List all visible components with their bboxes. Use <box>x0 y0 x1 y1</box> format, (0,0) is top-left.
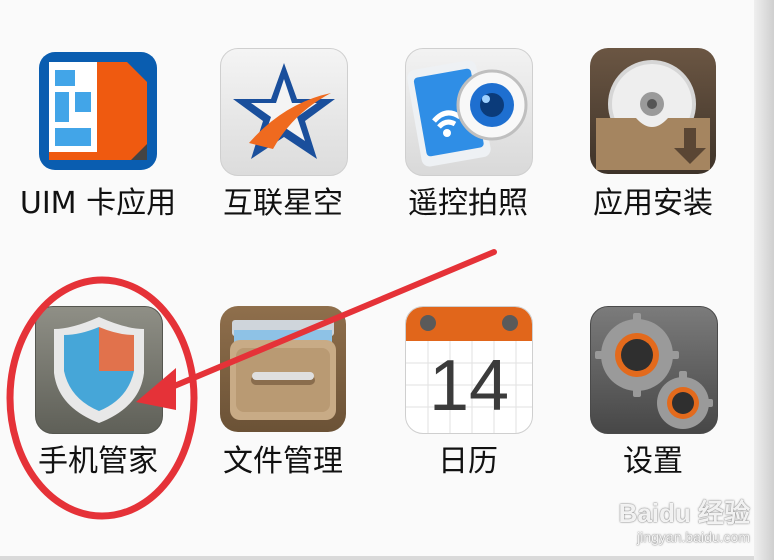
shield-icon <box>35 306 163 434</box>
app-label: 手机管家 <box>38 444 158 479</box>
app-label: 互联星空 <box>223 186 343 221</box>
app-label: UIM 卡应用 <box>19 186 177 221</box>
app-label: 遥控拍照 <box>408 186 528 221</box>
star-icon <box>220 48 348 176</box>
watermark: Baidu 经验 jingyan.baidu.com <box>580 498 750 550</box>
app-label: 文件管理 <box>223 444 343 479</box>
calendar-date: 14 <box>428 346 510 426</box>
file-drawer-icon <box>220 306 346 432</box>
app-label: 应用安装 <box>593 186 713 221</box>
watermark-brand: Baidu 经验 <box>618 498 750 528</box>
disc-box-icon <box>590 48 716 174</box>
gears-icon <box>590 306 718 434</box>
app-label: 日历 <box>438 444 498 479</box>
calendar-icon: 14 <box>405 306 533 434</box>
app-label: 设置 <box>623 444 683 479</box>
sim-card-icon <box>35 48 161 174</box>
watermark-url: jingyan.baidu.com <box>637 529 750 545</box>
phone-camera-icon <box>405 48 533 176</box>
app-drawer: UIM 卡应用 互联星空 遥控拍照 应用安装 手机管家 文件管理 14 日历 设… <box>0 0 754 556</box>
screen-edge <box>754 0 774 560</box>
